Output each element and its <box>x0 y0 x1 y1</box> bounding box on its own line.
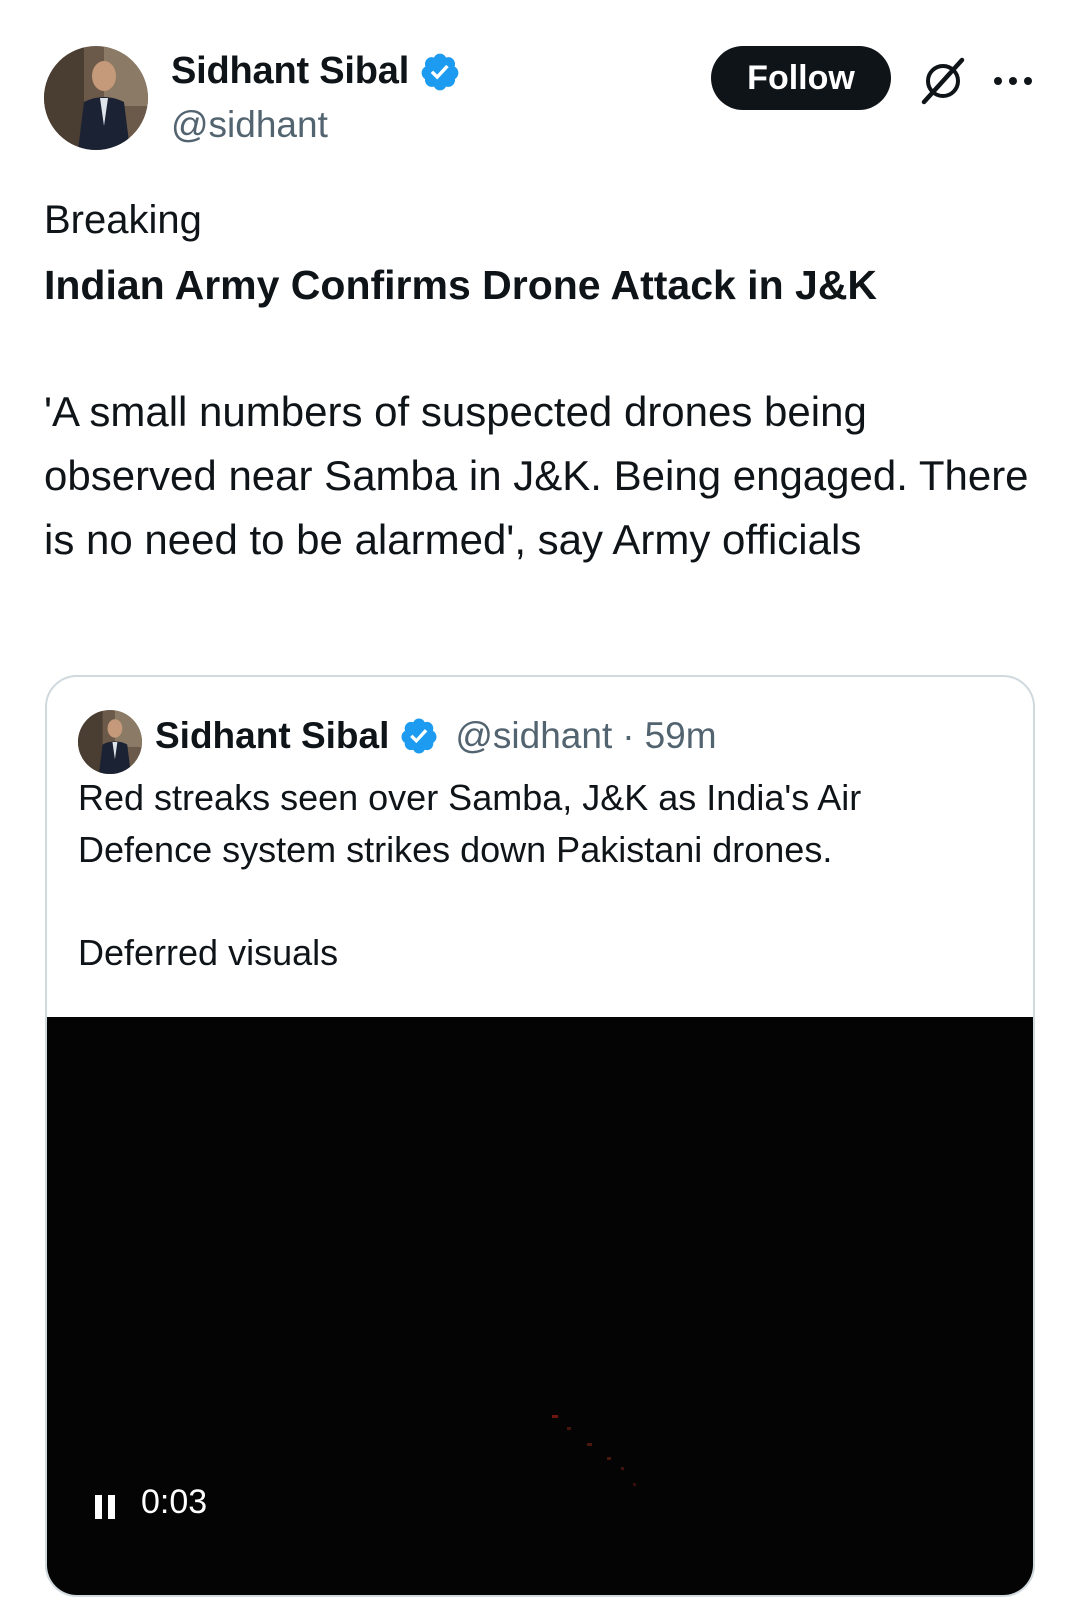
meta-separator: · <box>622 715 635 756</box>
quoted-tweet-card[interactable]: Sidhant Sibal @sidhant · 59m Red streaks… <box>45 675 1035 1597</box>
quoted-tweet-text-2: Deferred visuals <box>78 932 339 973</box>
more-icon[interactable] <box>990 66 1036 96</box>
author-name[interactable]: Sidhant Sibal <box>171 50 461 93</box>
quoted-author-handle[interactable]: @sidhant <box>455 715 612 757</box>
verified-badge-icon <box>421 53 459 90</box>
quoted-tweet-text: Red streaks seen over Samba, J&K as Indi… <box>78 777 862 870</box>
verified-badge-icon <box>401 718 437 754</box>
tweet-label: Breaking <box>44 198 202 242</box>
quoted-tweet-time[interactable]: 59m <box>645 715 717 757</box>
author-name-text[interactable]: Sidhant Sibal <box>171 50 409 93</box>
pause-icon[interactable] <box>93 1493 117 1521</box>
quoted-tweet-meta: Sidhant Sibal @sidhant · 59m <box>155 715 717 757</box>
tweet-headline: Indian Army Confirms Drone Attack in J&K <box>44 262 878 308</box>
video-timecode: 0:03 <box>141 1483 208 1521</box>
author-handle[interactable]: @sidhant <box>171 104 328 146</box>
video-player[interactable]: 0:03 <box>47 1017 1033 1595</box>
quoted-author-name[interactable]: Sidhant Sibal <box>155 715 389 757</box>
follow-button[interactable]: Follow <box>711 46 891 110</box>
tweet-body: 'A small numbers of suspected drones bei… <box>44 388 1029 563</box>
grok-icon[interactable] <box>918 56 968 106</box>
author-avatar[interactable] <box>44 46 148 150</box>
quoted-author-avatar[interactable] <box>78 710 142 774</box>
